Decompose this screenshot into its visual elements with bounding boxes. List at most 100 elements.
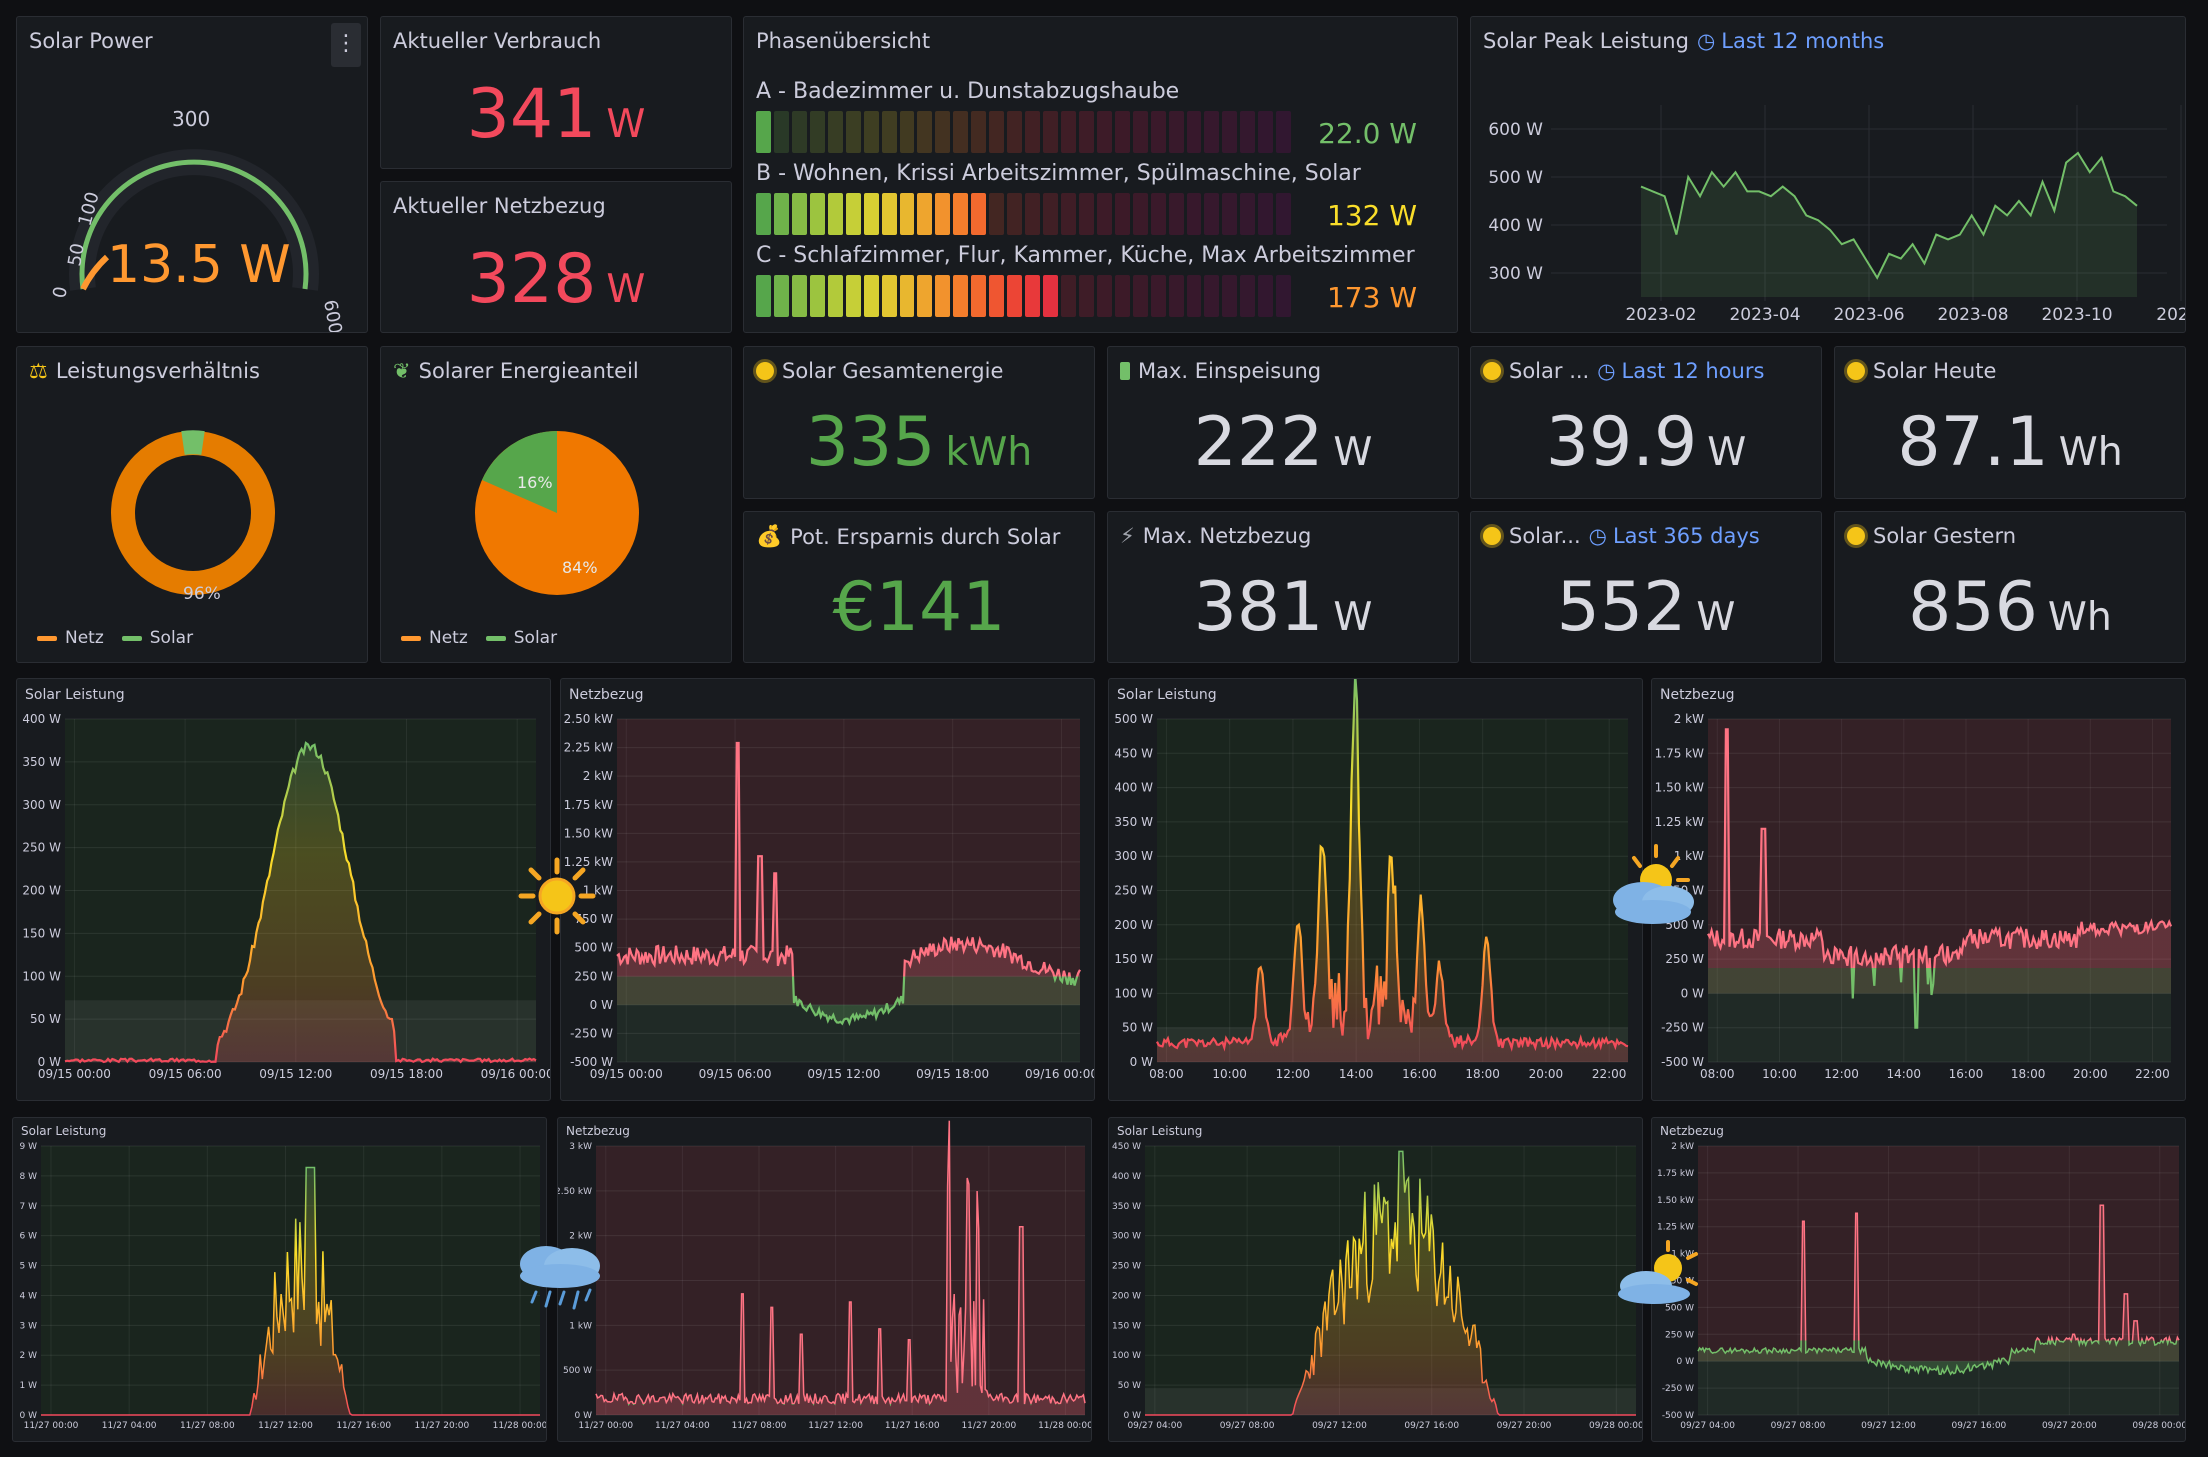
sun-weather-icon	[518, 857, 596, 935]
panel-title: Netzbezug	[566, 1124, 630, 1138]
phase-b-bar	[756, 193, 1292, 235]
gestern-value: 856 Wh	[1908, 568, 2112, 647]
panel-title: ⚡ Max. Netzbezug	[1120, 524, 1312, 548]
phase-bar-segment	[809, 111, 825, 153]
chart-solar-2: Solar Leistung 0 W 50 W 100 W 150 W 200 W 250…	[1108, 678, 1643, 1101]
x-tick: 09/15 18:00	[370, 1067, 443, 1081]
y-tick: 450 W	[1114, 746, 1153, 760]
phase-bar-segment	[1276, 193, 1292, 235]
y-tick: 1 W	[20, 1381, 38, 1391]
y-tick: 3 kW	[569, 1142, 592, 1152]
phase-bar-segment	[1078, 193, 1094, 235]
x-tick: 11/27 04:00	[655, 1421, 710, 1431]
gauge-tick: 0	[49, 285, 72, 300]
x-tick: 09/27 12:00	[1312, 1421, 1367, 1431]
phase-bar-segment	[1007, 193, 1023, 235]
phasen-panel: Phasenübersicht A - Badezimmer u. Dunsta…	[743, 16, 1458, 333]
time-range[interactable]: ◷ Last 365 days	[1589, 524, 1760, 548]
y-tick: 5 W	[20, 1262, 38, 1272]
y-tick: 0 W	[575, 1411, 593, 1421]
phase-bar-segment	[863, 111, 879, 153]
x-tick: 09/27 16:00	[1952, 1421, 2007, 1431]
partly-cloudy-icon	[1618, 1240, 1698, 1304]
y-tick: 300 W	[1112, 1232, 1141, 1242]
x-tick: 11/27 00:00	[578, 1421, 633, 1431]
y-tick: 1.25 kW	[1655, 815, 1704, 829]
phase-bar-segment	[1078, 275, 1094, 317]
energieanteil-panel: ❦ Solarer Energieanteil 16% 84% Netz Sola…	[380, 346, 732, 663]
phase-bar-segment	[953, 275, 969, 317]
gesamtenergie-value: 335 kWh	[805, 403, 1033, 482]
money-bag-icon: 💰	[756, 524, 783, 548]
phase-bar-segment	[1168, 111, 1184, 153]
solar-12h-panel: Solar ... ◷ Last 12 hours 39.9 W	[1470, 346, 1822, 499]
y-tick: 3 W	[20, 1321, 38, 1331]
phase-bar-segment	[953, 193, 969, 235]
phase-bar-segment	[1007, 111, 1023, 153]
time-range[interactable]: ◷ Last 12 hours	[1597, 359, 1764, 383]
gauge-tick: 600	[319, 298, 346, 333]
phase-bar-segment	[1186, 275, 1202, 317]
y-tick: 2.25 kW	[564, 741, 613, 755]
sun-icon	[1847, 527, 1865, 545]
timeseries-chart: -500 W-250 W0 W250 W500 W750 W1 kW1.25 k…	[1655, 712, 2173, 1081]
y-tick: 2.50 kW	[564, 712, 613, 726]
y-tick: 6 W	[20, 1232, 38, 1242]
x-tick: 09/27 04:00	[1680, 1421, 1735, 1431]
legend-item[interactable]: Netz	[37, 628, 104, 648]
x-tick: 09/15 18:00	[916, 1067, 989, 1081]
panel-title: Netzbezug	[1660, 687, 1735, 703]
phase-bar-segment	[827, 111, 843, 153]
panel-title: Max. Einspeisung	[1120, 359, 1321, 383]
y-tick: 2 kW	[583, 769, 613, 783]
x-tick: 08:00	[1149, 1067, 1184, 1081]
phase-bar-segment	[1150, 193, 1166, 235]
y-tick: 100 W	[22, 969, 61, 983]
plug-icon: ⚡	[1120, 524, 1135, 548]
panel-title: Solar ... ◷ Last 12 hours	[1483, 359, 1764, 383]
phase-a-bar	[756, 111, 1292, 153]
chart-netz-4: Netzbezug -500 W -250 W0 W 250 W 500 W 750 W…	[1651, 1117, 2186, 1442]
phase-c-label: C - Schlafzimmer, Flur, Kammer, Küche, M…	[756, 243, 1415, 268]
timeseries-chart: -500 W-250 W0 W250 W500 W750 W1 kW1.25 k…	[564, 712, 1094, 1081]
legend-item[interactable]: Solar	[121, 628, 193, 648]
max-einspeisung-panel: Max. Einspeisung 222 W	[1107, 346, 1459, 499]
panel-title: Solar Leistung	[21, 1124, 107, 1138]
phase-bar-segment	[881, 193, 897, 235]
y-tick: -500 W	[1661, 1055, 1704, 1069]
phase-bar-segment	[1222, 111, 1238, 153]
y-tick: 0 W	[1681, 986, 1704, 1000]
phase-bar-segment	[899, 111, 915, 153]
x-tick: 2023-04	[1729, 305, 1800, 325]
x-tick: 16:00	[1402, 1067, 1437, 1081]
y-tick: 50 W	[1122, 1021, 1153, 1035]
timeseries-chart: 0 W 50 W 100 W 150 W 200 W 250 W 300 W 350 W 400…	[1112, 1142, 1642, 1431]
legend-item[interactable]: Netz	[401, 628, 468, 648]
phase-bar-segment	[809, 193, 825, 235]
y-tick: -500 W	[1662, 1411, 1694, 1421]
x-tick: 09/16 00:00	[481, 1067, 551, 1081]
x-tick: 09/15 06:00	[699, 1067, 772, 1081]
y-tick: 200 W	[1114, 918, 1153, 932]
phase-c-value: 173 W	[1326, 281, 1417, 314]
phase-bar-segment	[881, 275, 897, 317]
y-tick: 4 W	[20, 1291, 38, 1301]
phase-bar-segment	[1204, 111, 1220, 153]
y-tick: 100 W	[1114, 986, 1153, 1000]
phase-bar-segment	[756, 275, 771, 317]
x-tick: 11/27 12:00	[808, 1421, 863, 1431]
phase-bar-segment	[773, 275, 789, 317]
panel-title: Solar Gestern	[1847, 524, 2016, 548]
x-tick: 12:00	[1276, 1067, 1311, 1081]
panel-title: Solar Leistung	[25, 687, 125, 703]
y-tick: 1.25 kW	[1657, 1223, 1694, 1233]
y-tick: 250 W	[1665, 952, 1704, 966]
y-tick: 300 W	[22, 798, 61, 812]
phase-bar-segment	[791, 193, 807, 235]
phase-bar-segment	[1186, 111, 1202, 153]
phase-bar-segment	[863, 193, 879, 235]
phase-bar-segment	[1168, 193, 1184, 235]
phase-bar-segment	[1204, 193, 1220, 235]
y-tick: 500 W	[563, 1366, 592, 1376]
legend-item[interactable]: Solar	[485, 628, 557, 648]
